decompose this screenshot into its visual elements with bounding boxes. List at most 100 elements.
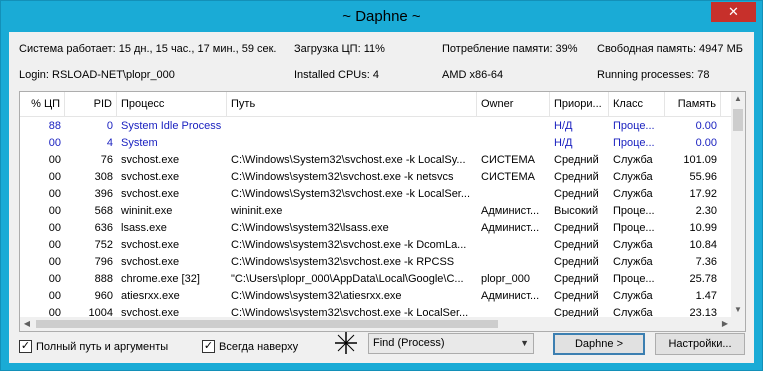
close-button[interactable]: ✕: [711, 2, 756, 22]
cell-owner: СИСТЕМА: [481, 154, 535, 166]
cell-owner: [477, 118, 550, 135]
find-dropdown[interactable]: Find (Process) ▼: [368, 333, 534, 354]
horizontal-scroll-thumb[interactable]: [36, 320, 498, 328]
cell-path: wininit.exe: [231, 205, 283, 217]
table-row[interactable]: 00 4 System Н/Д Проце... 0.00: [20, 135, 732, 152]
cell-owner: [477, 237, 550, 254]
cell-path: C:\Windows\System32\svchost.exe -k Local…: [231, 154, 466, 166]
vertical-scroll-thumb[interactable]: [733, 109, 743, 131]
cell-pid: 796: [94, 256, 113, 268]
column-header-path[interactable]: Путь: [227, 92, 477, 117]
cell-path: "C:\Users\plopr_000\AppData\Local\Google…: [231, 273, 464, 285]
cell-pid: 752: [94, 239, 113, 251]
cell-cpu: 00: [48, 188, 61, 200]
cell-path: [227, 135, 477, 152]
cell-class: Проце...: [613, 205, 655, 217]
column-header-class[interactable]: Класс: [609, 92, 665, 117]
cell-memory: 10.99: [689, 222, 717, 234]
cell-cpu: 00: [48, 239, 61, 251]
always-on-top-label: Всегда наверху: [219, 340, 299, 353]
cell-owner: [477, 254, 550, 271]
cell-memory: 25.78: [689, 273, 717, 285]
scroll-up-icon[interactable]: ▲: [731, 92, 745, 106]
cell-process: chrome.exe [32]: [121, 273, 200, 285]
table-row[interactable]: 00 752 svchost.exe C:\Windows\system32\s…: [20, 237, 732, 254]
table-row[interactable]: 00 308 svchost.exe C:\Windows\system32\s…: [20, 169, 732, 186]
login-label: Login: RSLOAD-NET\plopr_000: [19, 69, 175, 81]
cell-pid: 76: [100, 154, 113, 166]
scroll-down-icon[interactable]: ▼: [731, 303, 745, 317]
horizontal-scrollbar[interactable]: ◀ ▶: [20, 317, 732, 331]
table-row[interactable]: 00 796 svchost.exe C:\Windows\system32\s…: [20, 254, 732, 271]
table-row[interactable]: 00 888 chrome.exe [32] "C:\Users\plopr_0…: [20, 271, 732, 288]
table-row[interactable]: 00 636 lsass.exe C:\Windows\system32\lsa…: [20, 220, 732, 237]
vertical-scrollbar[interactable]: ▲ ▼: [731, 92, 745, 317]
cell-priority: Н/Д: [554, 120, 573, 132]
cell-class: Служба: [613, 171, 653, 183]
cell-owner: Админист...: [481, 222, 540, 234]
cell-pid: 960: [94, 290, 113, 302]
column-header-priority[interactable]: Приори...: [550, 92, 609, 117]
cell-memory: 55.96: [689, 171, 717, 183]
table-row[interactable]: 00 568 wininit.exe wininit.exe Админист.…: [20, 203, 732, 220]
cell-class: Служба: [613, 239, 653, 251]
cell-path: C:\Windows\system32\svchost.exe -k netsv…: [231, 171, 454, 183]
cell-cpu: 00: [48, 205, 61, 217]
cell-path: C:\Windows\system32\atiesrxx.exe: [231, 290, 402, 302]
scroll-right-icon[interactable]: ▶: [718, 317, 732, 331]
cell-process: svchost.exe: [121, 256, 180, 268]
cell-owner: Админист...: [481, 290, 540, 302]
column-header-memory[interactable]: Память: [665, 92, 721, 117]
column-header-cpu[interactable]: % ЦП: [20, 92, 65, 117]
cpu-load-label: Загрузка ЦП: 11%: [294, 43, 385, 55]
cell-process: svchost.exe: [121, 154, 180, 166]
running-processes-label: Running processes: 78: [597, 69, 710, 81]
cell-owner: [477, 186, 550, 203]
cell-process: atiesrxx.exe: [121, 290, 180, 302]
cell-class: Проце...: [613, 273, 655, 285]
cell-cpu: 00: [48, 137, 61, 149]
full-path-label: Полный путь и аргументы: [36, 340, 169, 353]
window-title: ~ Daphne ~: [342, 8, 421, 25]
architecture-label: AMD x86-64: [442, 69, 504, 81]
cell-pid: 396: [94, 188, 113, 200]
cell-path: C:\Windows\system32\svchost.exe -k DcomL…: [231, 239, 467, 251]
daphne-button[interactable]: Daphne >: [553, 333, 645, 355]
column-header-process[interactable]: Процесс: [117, 92, 227, 117]
checkmark-icon[interactable]: ✓: [202, 340, 215, 353]
cell-path: [227, 118, 477, 135]
column-header-pid[interactable]: PID: [65, 92, 117, 117]
crosshair-icon[interactable]: [333, 330, 359, 356]
scroll-left-icon[interactable]: ◀: [20, 317, 34, 331]
find-dropdown-value: Find (Process): [373, 337, 445, 349]
cell-owner: Админист...: [481, 205, 540, 217]
title-bar[interactable]: ~ Daphne ~ ✕: [1, 1, 762, 32]
table-row[interactable]: 00 960 atiesrxx.exe C:\Windows\system32\…: [20, 288, 732, 305]
table-row[interactable]: 88 0 System Idle Process Н/Д Проце... 0.…: [20, 118, 732, 135]
cell-memory: 1.47: [695, 290, 717, 302]
cell-priority: Средний: [554, 171, 599, 183]
cell-process: System Idle Process: [121, 120, 222, 132]
cell-priority: Средний: [554, 273, 599, 285]
always-on-top-checkbox[interactable]: ✓ Всегда наверху: [202, 340, 298, 353]
checkmark-icon[interactable]: ✓: [19, 340, 32, 353]
table-row[interactable]: 00 396 svchost.exe C:\Windows\System32\s…: [20, 186, 732, 203]
process-table[interactable]: % ЦП PID Процесс Путь Owner Приори... Кл…: [19, 91, 746, 332]
free-memory-label: Свободная память: 4947 МБ: [597, 43, 743, 55]
table-header: % ЦП PID Процесс Путь Owner Приори... Кл…: [20, 92, 732, 117]
full-path-checkbox[interactable]: ✓ Полный путь и аргументы: [19, 340, 168, 353]
table-row[interactable]: 00 76 svchost.exe C:\Windows\System32\sv…: [20, 152, 732, 169]
cell-cpu: 00: [48, 273, 61, 285]
cell-path: C:\Windows\system32\svchost.exe -k RPCSS: [231, 256, 455, 268]
memory-usage-label: Потребление памяти: 39%: [442, 43, 578, 55]
installed-cpus-label: Installed CPUs: 4: [294, 69, 379, 81]
cell-class: Служба: [613, 290, 653, 302]
settings-button[interactable]: Настройки...: [655, 333, 745, 355]
cell-cpu: 88: [48, 120, 61, 132]
cell-pid: 568: [94, 205, 113, 217]
cell-pid: 4: [106, 137, 113, 149]
cell-class: Служба: [613, 154, 653, 166]
cell-class: Проце...: [613, 120, 655, 132]
cell-class: Служба: [613, 188, 653, 200]
column-header-owner[interactable]: Owner: [477, 92, 550, 117]
